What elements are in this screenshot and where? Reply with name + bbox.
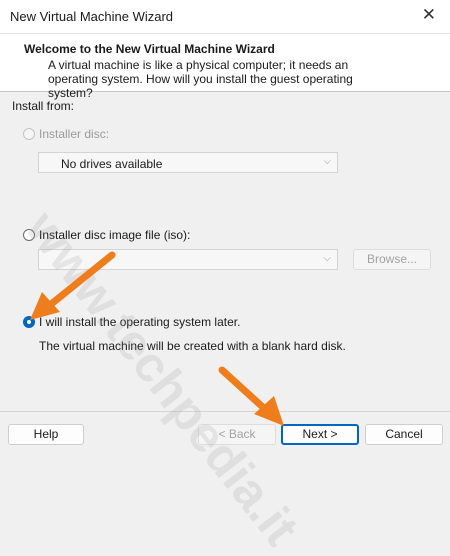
chevron-down-icon: ⌵: [323, 253, 331, 264]
next-button[interactable]: Next >: [281, 424, 359, 445]
installer-disc-radio[interactable]: [23, 128, 35, 140]
help-button[interactable]: Help: [8, 424, 84, 445]
back-button[interactable]: < Back: [198, 424, 276, 445]
title-bar: New Virtual Machine Wizard ✕: [0, 0, 450, 34]
page-description: A virtual machine is like a physical com…: [48, 58, 353, 100]
install-from-label: Install from:: [12, 99, 75, 113]
install-later-radio[interactable]: [23, 316, 35, 328]
install-later-note: The virtual machine will be created with…: [39, 339, 346, 353]
arrow-to-next-button-icon: [218, 366, 284, 426]
iso-path-select[interactable]: ⌵: [38, 249, 338, 270]
cancel-button[interactable]: Cancel: [365, 424, 443, 445]
close-icon[interactable]: ✕: [422, 6, 436, 24]
chevron-down-icon: ⌵: [323, 156, 331, 167]
window-title: New Virtual Machine Wizard: [10, 9, 174, 24]
wizard-header: Welcome to the New Virtual Machine Wizar…: [0, 34, 450, 100]
iso-file-label: Installer disc image file (iso):: [39, 228, 191, 242]
disc-drive-value: No drives available: [61, 157, 163, 171]
install-later-label: I will install the operating system late…: [39, 315, 241, 329]
page-title: Welcome to the New Virtual Machine Wizar…: [24, 42, 275, 56]
installer-disc-label: Installer disc:: [39, 127, 110, 141]
disc-drive-select[interactable]: No drives available ⌵: [38, 152, 338, 173]
footer-divider: [0, 411, 450, 412]
browse-button[interactable]: Browse...: [353, 249, 431, 270]
iso-file-radio[interactable]: [23, 229, 35, 241]
